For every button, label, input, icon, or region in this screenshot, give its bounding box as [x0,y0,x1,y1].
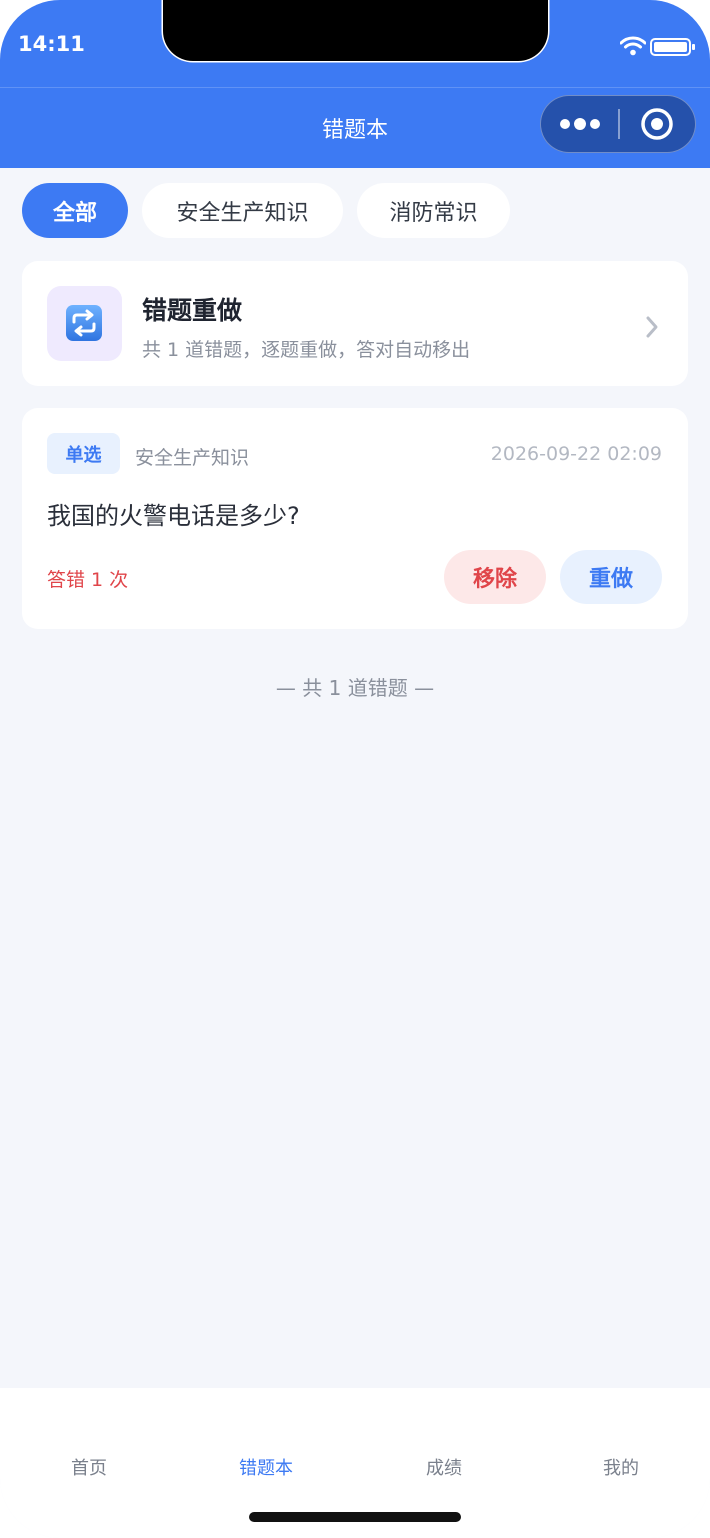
chevron-right-icon [646,316,658,338]
redo-wrong-questions-card[interactable]: 错题重做 共 1 道错题，逐题重做，答对自动移出 [22,261,688,386]
total-count-text: — 共 1 道错题 — [275,676,435,700]
close-mini-program-icon[interactable] [640,107,674,141]
phone-screen: 14:11 错题本 全部 安全生产知识 消防常识 错题重做 共 1 道错题，逐题… [0,0,710,1538]
status-time: 14:11 [18,32,85,56]
page-title: 错题本 [321,118,388,143]
device-notch [163,0,548,61]
capsule-separator [618,109,620,139]
tab-safety-knowledge[interactable]: 安全生产知识 [142,183,343,238]
tabbar-item-scores[interactable]: 成绩 [384,1454,504,1480]
remove-button[interactable]: 移除 [444,550,546,604]
tabbar-item-mine[interactable]: 我的 [561,1454,681,1480]
question-category: 安全生产知识 [135,447,250,469]
redo-card-title: 错题重做 [142,296,243,325]
mini-program-capsule [540,95,696,153]
redo-button[interactable]: 重做 [560,550,662,604]
battery-icon [650,38,695,56]
tab-fire-knowledge[interactable]: 消防常识 [357,183,510,238]
tabbar-item-wrong-book[interactable]: 错题本 [206,1454,326,1480]
wrong-question-card: 单选 安全生产知识 2026-09-22 02:09 我国的火警电话是多少? 答… [22,408,688,629]
tab-all[interactable]: 全部 [22,183,128,238]
tabbar-item-home[interactable]: 首页 [29,1454,149,1480]
question-text[interactable]: 我国的火警电话是多少? [47,496,300,531]
question-type-badge: 单选 [47,433,120,474]
more-icon[interactable] [559,113,603,135]
repeat-icon [66,305,102,341]
app-header: 14:11 错题本 [0,0,710,168]
home-indicator [249,1512,461,1522]
wrong-count: 答错 1 次 [47,569,129,591]
question-date: 2026-09-22 02:09 [490,443,662,465]
redo-icon-box [47,286,122,361]
redo-card-subtitle: 共 1 道错题，逐题重做，答对自动移出 [142,339,471,361]
wifi-icon [620,36,646,56]
nav-divider [0,87,710,88]
